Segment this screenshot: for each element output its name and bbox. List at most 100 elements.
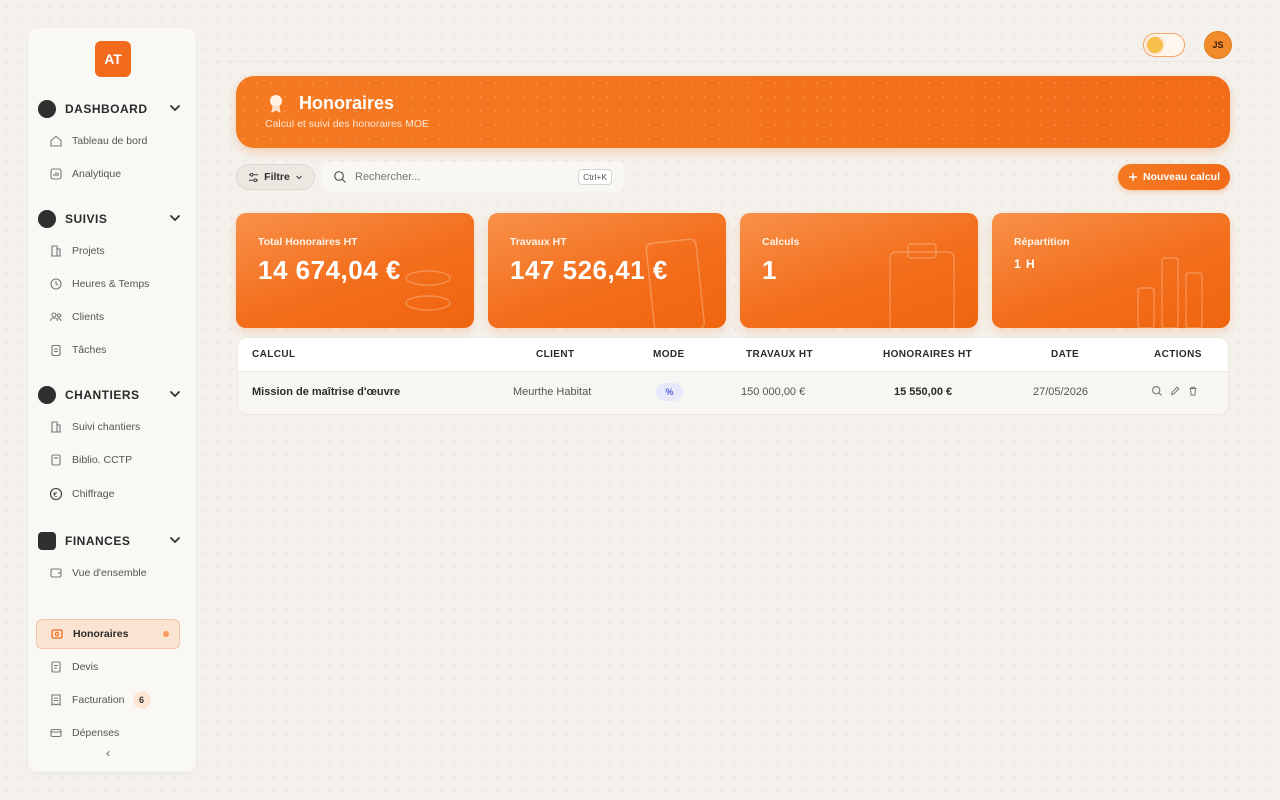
chevron-down-icon: [170, 105, 180, 112]
sidebar-item-devis[interactable]: Devis: [36, 652, 180, 682]
column-header[interactable]: DATE: [1051, 349, 1079, 360]
page-title: Honoraires: [299, 93, 395, 113]
stat-label: Répartition: [1014, 236, 1070, 248]
document-icon: [48, 659, 64, 675]
section-finances[interactable]: FINANCES: [38, 531, 188, 551]
column-header: ACTIONS: [1154, 349, 1202, 360]
chevron-down-icon: [170, 215, 180, 222]
stat-card-travaux: Travaux HT 147 526,41 €: [488, 213, 726, 328]
sidebar-item-suivi-chantiers[interactable]: Suivi chantiers: [36, 412, 180, 442]
wallet-icon: [38, 532, 56, 550]
chevron-down-icon: [170, 391, 180, 398]
sidebar-item-depenses[interactable]: Dépenses: [36, 718, 180, 748]
edit-icon[interactable]: [1169, 385, 1181, 397]
sidebar-item-chiffrage[interactable]: € Chiffrage: [36, 479, 180, 509]
section-label: DASHBOARD: [65, 102, 148, 116]
sidebar-item-projets[interactable]: Projets: [36, 236, 180, 266]
sidebar-item-label: Biblio. CCTP: [72, 454, 133, 466]
table-row[interactable]: Mission de maîtrise d'œuvre Meurthe Habi…: [238, 372, 1228, 414]
stat-label: Total Honoraires HT: [258, 236, 358, 248]
page-banner: Honoraires Calcul et suivi des honoraire…: [236, 76, 1230, 148]
sidebar-item-label: Analytique: [72, 168, 122, 180]
cell-client: Meurthe Habitat: [513, 386, 592, 398]
wallet-icon: [48, 565, 64, 581]
stat-card-repartition: Répartition 1 H: [992, 213, 1230, 328]
column-header[interactable]: MODE: [653, 349, 685, 360]
search-bar: Ctrl+K: [321, 162, 624, 192]
column-header[interactable]: HONORAIRES HT: [883, 349, 972, 360]
sidebar-item-label: Heures & Temps: [72, 278, 150, 290]
section-label: SUIVIS: [65, 212, 108, 226]
stat-value: 1: [762, 255, 777, 285]
cell-date: 27/05/2026: [1033, 386, 1089, 398]
bar-chart-icon: [1137, 257, 1203, 328]
section-suivis[interactable]: SUIVIS: [38, 209, 188, 229]
section-dashboard[interactable]: DASHBOARD: [38, 99, 188, 119]
stat-label: Travaux HT: [510, 236, 567, 248]
coins-icon: [405, 270, 451, 311]
facturation-count-badge: 6: [132, 691, 151, 709]
sidebar-item-label: Clients: [72, 311, 105, 323]
search-icon: [333, 170, 347, 184]
sidebar-item-heures-temps[interactable]: Heures & Temps: [36, 269, 180, 299]
delete-icon[interactable]: [1187, 385, 1199, 397]
sidebar: AT DASHBOARD Tableau de bord Analytique …: [28, 28, 196, 772]
app-logo[interactable]: AT: [95, 41, 131, 77]
plus-icon: [1128, 173, 1137, 181]
active-indicator-dot: [163, 631, 169, 637]
sidebar-item-tableau-de-bord[interactable]: Tableau de bord: [36, 126, 180, 156]
search-input[interactable]: [355, 171, 555, 183]
award-icon: [266, 93, 286, 120]
mode-badge: %: [656, 383, 683, 401]
theme-toggle[interactable]: [1143, 33, 1185, 57]
sidebar-item-label: Chiffrage: [72, 488, 115, 500]
sidebar-item-analytique[interactable]: Analytique: [36, 159, 180, 189]
invoice-icon: [48, 692, 64, 708]
sidebar-item-vue-ensemble[interactable]: Vue d'ensemble: [36, 558, 180, 588]
sidebar-item-label: Tableau de bord: [72, 135, 148, 147]
chart-icon: [48, 166, 64, 182]
new-calculation-label: Nouveau calcul: [1142, 171, 1221, 183]
building-icon: [48, 243, 64, 259]
cell-calcul: Mission de maîtrise d'œuvre: [252, 386, 401, 398]
chevron-down-icon: [170, 537, 180, 544]
dashboard-gauge-icon: [38, 100, 56, 118]
svg-text:€: €: [53, 491, 57, 499]
sidebar-item-label: Dépenses: [72, 727, 120, 739]
sliders-icon: [249, 172, 259, 182]
column-header[interactable]: CLIENT: [536, 349, 575, 360]
column-header[interactable]: TRAVAUX HT: [746, 349, 813, 360]
view-icon[interactable]: [1151, 385, 1163, 397]
sidebar-item-clients[interactable]: Clients: [36, 302, 180, 332]
table-header: CALCUL CLIENT MODE TRAVAUX HT HONORAIRES…: [238, 338, 1228, 372]
filter-label: Filtre: [264, 171, 290, 183]
building-icon: [48, 419, 64, 435]
sidebar-item-taches[interactable]: Tâches: [36, 335, 180, 365]
sidebar-item-honoraires[interactable]: Honoraires: [36, 619, 180, 649]
row-actions: [1151, 385, 1199, 397]
home-icon: [48, 133, 64, 149]
cell-honoraires: 15 550,00 €: [894, 386, 953, 398]
sidebar-item-biblio-cctp[interactable]: Biblio. CCTP: [36, 445, 180, 475]
chevron-down-icon: [295, 175, 302, 180]
clock-icon: [48, 276, 64, 292]
sidebar-item-label: Devis: [72, 661, 99, 673]
user-avatar[interactable]: JS: [1204, 31, 1232, 59]
sidebar-item-label: Projets: [72, 245, 105, 257]
stat-label: Calculs: [762, 236, 800, 248]
stat-value: 1 H: [1014, 257, 1036, 271]
clipboard-icon: [48, 342, 64, 358]
collapse-sidebar-button[interactable]: ‹: [106, 746, 110, 760]
sidebar-item-label: Tâches: [72, 344, 107, 356]
clipboard-icon: [889, 243, 955, 328]
filter-button[interactable]: Filtre: [236, 164, 315, 190]
stat-card-total-honoraires: Total Honoraires HT 14 674,04 €: [236, 213, 474, 328]
new-calculation-button[interactable]: Nouveau calcul: [1118, 164, 1230, 190]
honoraires-table: CALCUL CLIENT MODE TRAVAUX HT HONORAIRES…: [237, 337, 1229, 415]
column-header[interactable]: CALCUL: [252, 349, 296, 360]
sidebar-item-facturation[interactable]: Facturation 6: [36, 685, 180, 715]
section-chantiers[interactable]: CHANTIERS: [38, 385, 188, 405]
tracking-icon: [38, 210, 56, 228]
users-icon: [48, 309, 64, 325]
card-icon: [48, 725, 64, 741]
